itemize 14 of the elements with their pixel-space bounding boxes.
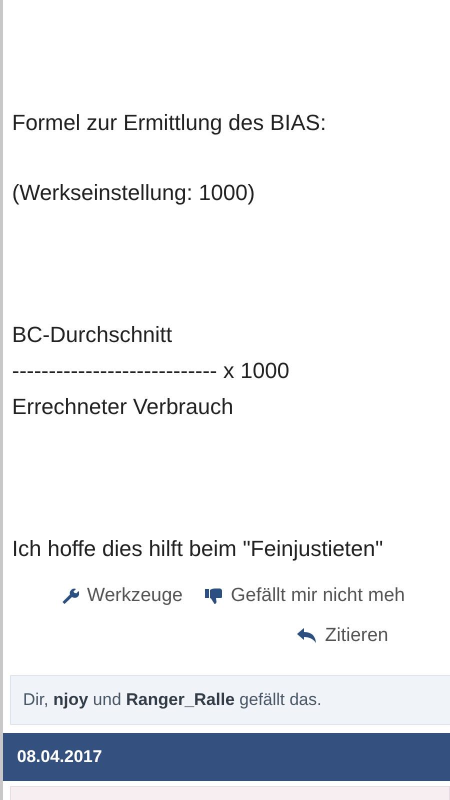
post-text: Errechneter Verbrauch — [12, 393, 234, 421]
action-link[interactable]: Zitieren — [297, 625, 388, 647]
post-text: Ich hoffe dies hilft beim "Feinjustieten" — [12, 535, 384, 563]
likes-summary: Dir, njoy und Ranger_Ralle gefällt das. — [10, 675, 450, 725]
post-text: Formel zur Ermittlung des BIAS: — [12, 109, 328, 137]
post-text: ---------------------------- x 1000 — [12, 357, 290, 385]
wrench-icon — [61, 587, 79, 605]
action-link[interactable]: Werkzeuge — [61, 585, 183, 607]
post-text: BC-Durchschnitt — [12, 321, 174, 349]
post-text: (Werkseinstellung: 1000) — [12, 179, 256, 207]
thumbs-down-icon — [204, 587, 223, 605]
action-link[interactable]: Gefällt mir nicht meh — [204, 585, 405, 607]
reply-arrow-icon — [297, 628, 317, 644]
post-date: 08.04.2017 — [17, 747, 102, 766]
